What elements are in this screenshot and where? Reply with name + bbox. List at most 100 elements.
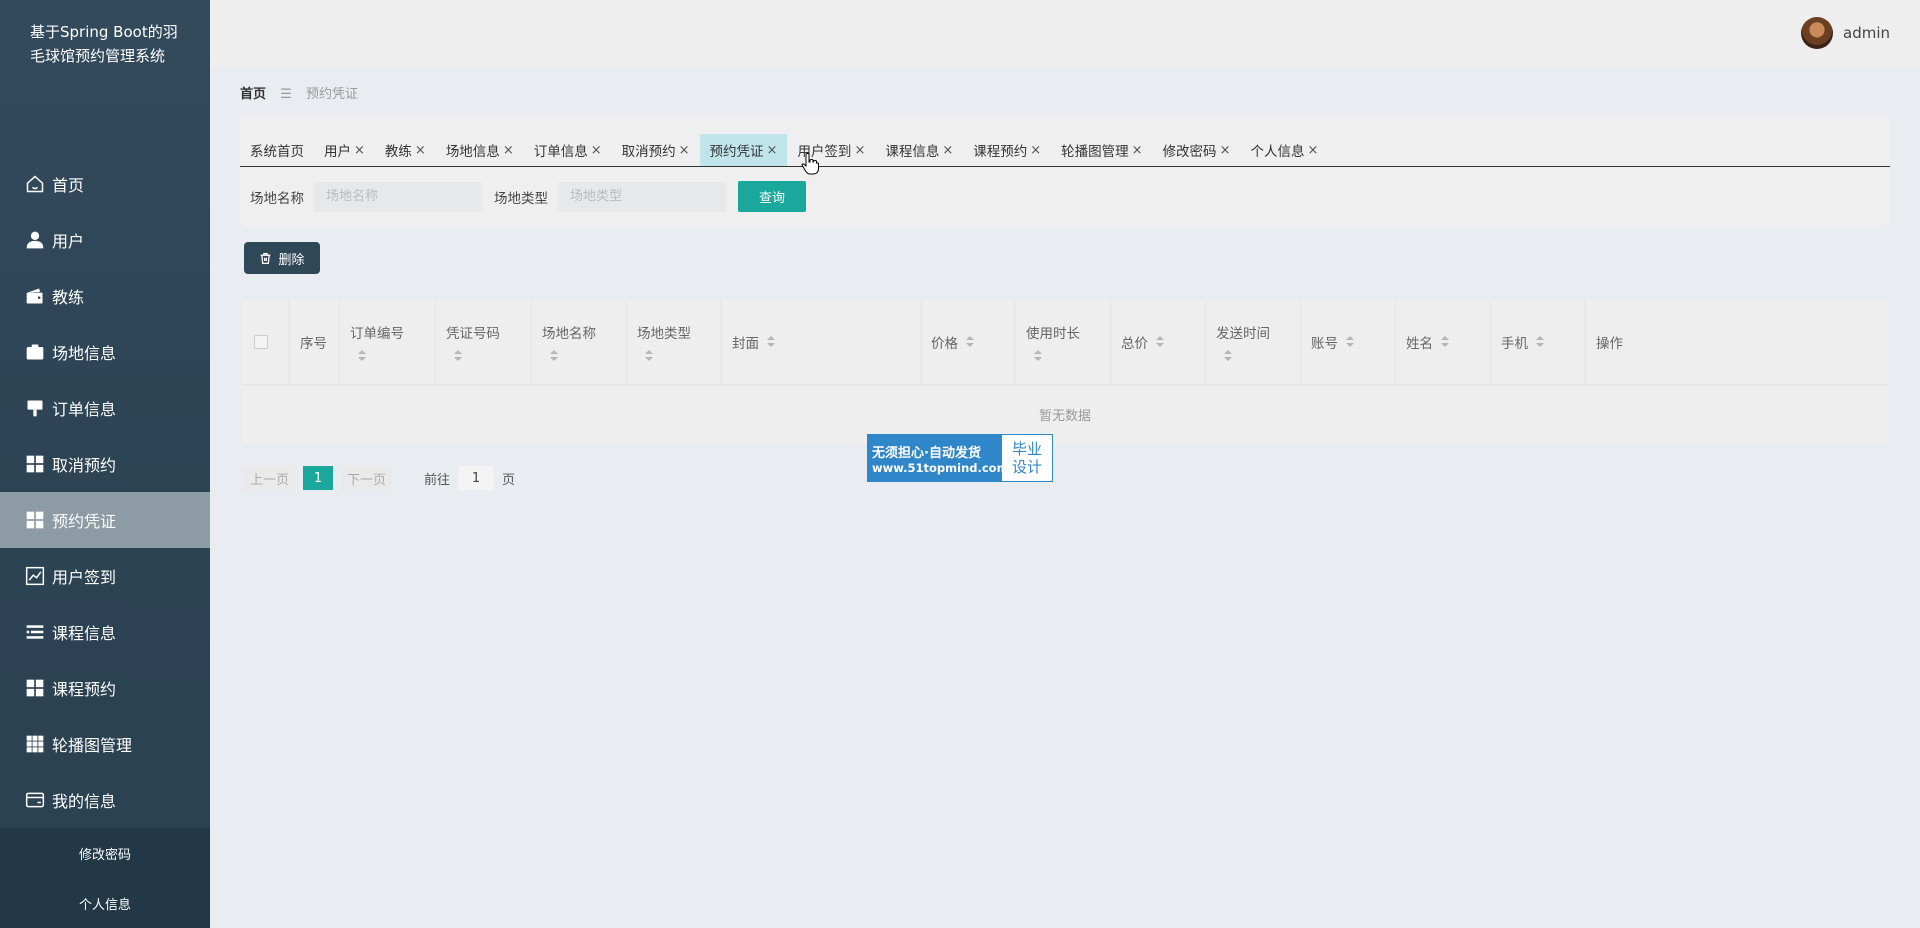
sidebar-item-orders[interactable]: 订单信息 xyxy=(0,380,210,436)
tab-course-info[interactable]: 课程信息 × xyxy=(875,134,963,166)
column-label: 手机 xyxy=(1501,336,1528,352)
user-menu[interactable]: admin xyxy=(1801,17,1890,49)
tab-coach[interactable]: 教练 × xyxy=(375,134,436,166)
close-icon[interactable]: × xyxy=(1220,143,1231,158)
tab-venue-info[interactable]: 场地信息 × xyxy=(436,134,524,166)
column-header-venue-type[interactable]: 场地类型 xyxy=(627,300,722,384)
list-icon xyxy=(24,621,46,643)
column-label: 操作 xyxy=(1596,336,1623,352)
sort-icon[interactable] xyxy=(358,350,366,362)
table-header: 序号 订单编号 凭证号码 场地名称 场地类型 封面 价格 使用时长 总价 发送时… xyxy=(242,300,1888,385)
column-header-venue-name[interactable]: 场地名称 xyxy=(532,300,627,384)
close-icon[interactable]: × xyxy=(942,143,953,158)
column-label: 账号 xyxy=(1311,336,1338,352)
close-icon[interactable]: × xyxy=(354,143,365,158)
tab-label: 预约凭证 xyxy=(709,144,764,160)
page-suffix-label: 页 xyxy=(502,472,516,488)
close-icon[interactable]: × xyxy=(1030,143,1041,158)
column-header-voucher-no[interactable]: 凭证号码 xyxy=(436,300,532,384)
column-header-index: 序号 xyxy=(290,300,340,384)
prev-page-button[interactable]: 上一页 xyxy=(244,466,296,490)
close-icon[interactable]: × xyxy=(1132,143,1143,158)
column-header-phone[interactable]: 手机 xyxy=(1491,300,1586,384)
sort-icon[interactable] xyxy=(454,350,462,362)
close-icon[interactable]: × xyxy=(854,143,865,158)
venue-type-input[interactable] xyxy=(558,181,726,212)
stamp-icon xyxy=(24,397,46,419)
goto-page-input[interactable]: 1 xyxy=(458,466,495,490)
column-label: 价格 xyxy=(931,336,958,352)
tab-label: 订单信息 xyxy=(533,144,588,160)
delete-button[interactable]: 删除 xyxy=(244,242,320,274)
column-label: 凭证号码 xyxy=(446,326,500,342)
tab-orders[interactable]: 订单信息 × xyxy=(524,134,612,166)
sort-icon[interactable] xyxy=(550,350,558,362)
tab-course-booking[interactable]: 课程预约 × xyxy=(963,134,1051,166)
sidebar-subitem-change-password[interactable]: 修改密码 xyxy=(0,828,210,878)
column-header-total[interactable]: 总价 xyxy=(1111,300,1206,384)
sidebar-item-home[interactable]: 首页 xyxy=(0,156,210,212)
sidebar-item-checkin[interactable]: 用户签到 xyxy=(0,548,210,604)
sidebar-item-carousel[interactable]: 轮播图管理 xyxy=(0,716,210,772)
search-panel: 系统首页 用户 × 教练 × 场地信息 × 订单信息 × 取消预约 × 预约凭证 × 用户签… xyxy=(240,115,1890,227)
column-header-name[interactable]: 姓名 xyxy=(1396,300,1491,384)
sidebar-item-booking-voucher[interactable]: 预约凭证 xyxy=(0,492,210,548)
sidebar-submenu: 修改密码 个人信息 xyxy=(0,828,210,928)
close-icon[interactable]: × xyxy=(415,143,426,158)
breadcrumb-home[interactable]: 首页 xyxy=(240,87,266,102)
tab-label: 取消预约 xyxy=(621,144,676,160)
next-page-button[interactable]: 下一页 xyxy=(341,466,393,490)
sidebar-item-label: 教练 xyxy=(52,288,85,307)
tab-cancel-booking[interactable]: 取消预约 × xyxy=(612,134,700,166)
sort-icon[interactable] xyxy=(1224,350,1232,362)
sort-icon[interactable] xyxy=(1536,336,1544,348)
tab-personal-info[interactable]: 个人信息 × xyxy=(1240,134,1328,166)
tab-change-password[interactable]: 修改密码 × xyxy=(1153,134,1241,166)
app-title: 基于Spring Boot的羽毛球馆预约管理系统 xyxy=(30,23,178,65)
sidebar-item-venue-info[interactable]: 场地信息 xyxy=(0,324,210,380)
sidebar-item-my-info[interactable]: 我的信息 xyxy=(0,772,210,828)
sidebar-item-label: 用户 xyxy=(52,232,85,251)
column-header-send-time[interactable]: 发送时间 xyxy=(1206,300,1301,384)
sort-icon[interactable] xyxy=(1441,336,1449,348)
sort-icon[interactable] xyxy=(1346,336,1354,348)
venue-name-input[interactable] xyxy=(314,181,482,212)
tab-booking-voucher[interactable]: 预约凭证 × xyxy=(699,134,788,166)
close-icon[interactable]: × xyxy=(679,143,690,158)
tab-user[interactable]: 用户 × xyxy=(314,134,375,166)
close-icon[interactable]: × xyxy=(767,143,778,158)
sidebar-item-course-info[interactable]: 课程信息 xyxy=(0,604,210,660)
query-button[interactable]: 查询 xyxy=(738,181,806,212)
tab-label: 个人信息 xyxy=(1250,144,1305,160)
select-all-checkbox[interactable] xyxy=(254,335,268,349)
venue-type-label: 场地类型 xyxy=(494,190,548,207)
sort-icon[interactable] xyxy=(966,336,974,348)
column-header-cover[interactable]: 封面 xyxy=(722,300,921,384)
tab-carousel[interactable]: 轮播图管理 × xyxy=(1051,134,1152,166)
watermark-left: 无须担心·自动发货 www.51topmind.com xyxy=(868,435,1009,481)
sidebar-subitem-personal-info[interactable]: 个人信息 xyxy=(0,878,210,928)
column-label: 姓名 xyxy=(1406,336,1433,352)
close-icon[interactable]: × xyxy=(1307,143,1318,158)
sidebar-item-coach[interactable]: 教练 xyxy=(0,268,210,324)
sidebar-item-cancel-booking[interactable]: 取消预约 xyxy=(0,436,210,492)
data-table: 序号 订单编号 凭证号码 场地名称 场地类型 封面 价格 使用时长 总价 发送时… xyxy=(242,300,1888,444)
sort-icon[interactable] xyxy=(1034,350,1042,362)
column-header-order-no[interactable]: 订单编号 xyxy=(340,300,436,384)
column-header-price[interactable]: 价格 xyxy=(921,300,1016,384)
sort-icon[interactable] xyxy=(645,350,653,362)
column-header-duration[interactable]: 使用时长 xyxy=(1016,300,1111,384)
sidebar-item-user[interactable]: 用户 xyxy=(0,212,210,268)
sort-icon[interactable] xyxy=(767,336,775,348)
close-icon[interactable]: × xyxy=(503,143,514,158)
tab-system-home[interactable]: 系统首页 xyxy=(240,134,314,166)
avatar[interactable] xyxy=(1801,17,1833,49)
close-icon[interactable]: × xyxy=(591,143,602,158)
sort-icon[interactable] xyxy=(1156,336,1164,348)
page-number-current[interactable]: 1 xyxy=(303,466,334,490)
column-label: 总价 xyxy=(1121,336,1148,352)
grid-icon xyxy=(24,509,46,531)
sidebar-item-course-booking[interactable]: 课程预约 xyxy=(0,660,210,716)
column-header-account[interactable]: 账号 xyxy=(1301,300,1396,384)
top-bar: admin xyxy=(210,0,1920,68)
